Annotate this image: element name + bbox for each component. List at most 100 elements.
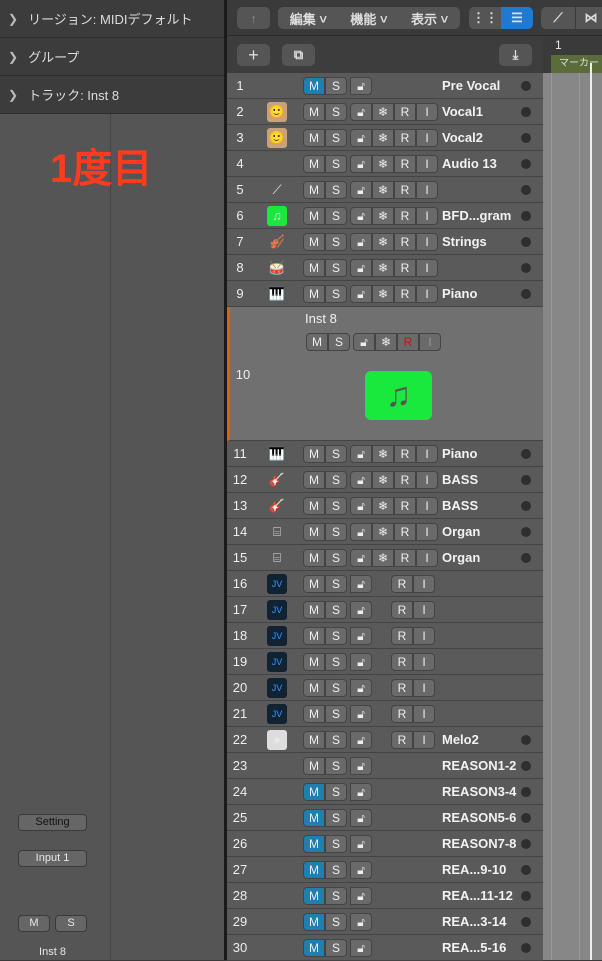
track-row[interactable]: 3 🙂 M S 🔓︎ ❄ R I Vocal2	[227, 125, 543, 151]
solo-button[interactable]: S	[325, 861, 347, 879]
freeze-icon[interactable]: ❄	[372, 233, 394, 251]
record-dot-icon[interactable]	[521, 263, 531, 273]
solo-button[interactable]: S	[325, 129, 347, 147]
record-enable-button[interactable]: R	[391, 705, 413, 723]
record-dot-icon[interactable]	[521, 107, 531, 117]
mute-button[interactable]: M	[303, 887, 325, 905]
track-name[interactable]: REA...5-16	[442, 940, 506, 955]
solo-button[interactable]: S	[325, 523, 347, 541]
input-monitor-button[interactable]: I	[416, 181, 438, 199]
mute-button[interactable]: M	[303, 155, 325, 173]
lock-icon[interactable]: 🔓︎	[350, 497, 372, 515]
track-name[interactable]: Piano	[442, 446, 477, 461]
add-track-button[interactable]: +	[237, 44, 270, 66]
record-enable-button[interactable]: R	[391, 653, 413, 671]
track-name[interactable]: REA...11-12	[442, 888, 513, 903]
track-row[interactable]: 11 🎹 M S 🔓︎ ❄ R I Piano	[227, 441, 543, 467]
mute-button[interactable]: M	[303, 523, 325, 541]
record-enable-button[interactable]: R	[391, 679, 413, 697]
mute-button[interactable]: M	[18, 915, 50, 932]
track-name[interactable]: BASS	[442, 498, 478, 513]
solo-button[interactable]: S	[325, 181, 347, 199]
solo-button[interactable]: S	[325, 887, 347, 905]
mute-button[interactable]: M	[303, 103, 325, 121]
record-dot-icon[interactable]	[521, 891, 531, 901]
solo-button[interactable]: S	[325, 445, 347, 463]
record-dot-icon[interactable]	[521, 133, 531, 143]
mute-button[interactable]: M	[303, 129, 325, 147]
solo-button[interactable]: S	[325, 627, 347, 645]
freeze-icon[interactable]: ❄	[372, 523, 394, 541]
lock-icon[interactable]: 🔓︎	[350, 233, 372, 251]
track-row[interactable]: 14 ⌸ M S 🔓︎ ❄ R I Organ	[227, 519, 543, 545]
group-section[interactable]: ❯ グループ	[0, 38, 224, 76]
solo-button[interactable]: S	[325, 575, 347, 593]
track-row[interactable]: 7 🎻 M S 🔓︎ ❄ R I Strings	[227, 229, 543, 255]
back-button[interactable]: ↑	[237, 7, 270, 29]
record-dot-icon[interactable]	[521, 735, 531, 745]
input-monitor-button[interactable]: I	[413, 575, 435, 593]
mute-button[interactable]: M	[303, 783, 325, 801]
solo-button[interactable]: S	[325, 549, 347, 567]
track-name[interactable]: Strings	[442, 234, 487, 249]
solo-button[interactable]: S	[325, 497, 347, 515]
lock-icon[interactable]: 🔓︎	[350, 601, 372, 619]
lock-icon[interactable]: 🔓︎	[353, 333, 375, 351]
flex-icon[interactable]: ⋈	[576, 7, 602, 29]
input-monitor-button[interactable]: I	[413, 627, 435, 645]
record-enable-button[interactable]: R	[394, 129, 416, 147]
lock-icon[interactable]: 🔓︎	[350, 705, 372, 723]
mute-button[interactable]: M	[303, 549, 325, 567]
track-row[interactable]: 10 M S 🔓︎ ❄ R I Inst 8 ♫	[227, 307, 543, 441]
solo-button[interactable]: S	[325, 77, 347, 95]
record-enable-button[interactable]: R	[391, 601, 413, 619]
track-row[interactable]: 24 M S 🔓︎ REASON3-4	[227, 779, 543, 805]
track-row[interactable]: 15 ⌸ M S 🔓︎ ❄ R I Organ	[227, 545, 543, 571]
record-dot-icon[interactable]	[521, 501, 531, 511]
lock-icon[interactable]: 🔓︎	[350, 835, 372, 853]
input-monitor-button[interactable]: I	[416, 155, 438, 173]
record-dot-icon[interactable]	[521, 813, 531, 823]
solo-button[interactable]: S	[325, 155, 347, 173]
solo-button[interactable]: S	[325, 705, 347, 723]
track-name[interactable]: REASON3-4	[442, 784, 516, 799]
record-enable-button[interactable]: R	[394, 233, 416, 251]
mute-button[interactable]: M	[303, 575, 325, 593]
record-dot-icon[interactable]	[521, 475, 531, 485]
record-enable-button[interactable]: R	[394, 207, 416, 225]
track-name[interactable]: BFD...gram	[442, 208, 511, 223]
record-dot-icon[interactable]	[521, 917, 531, 927]
track-row[interactable]: 27 M S 🔓︎ REA...9-10	[227, 857, 543, 883]
region-section[interactable]: ❯ リージョン: MIDIデフォルト	[0, 0, 224, 38]
lock-icon[interactable]: 🔓︎	[350, 679, 372, 697]
mute-button[interactable]: M	[303, 285, 325, 303]
record-dot-icon[interactable]	[521, 787, 531, 797]
input-monitor-button[interactable]: I	[413, 601, 435, 619]
track-name[interactable]: Piano	[442, 286, 477, 301]
mute-button[interactable]: M	[303, 445, 325, 463]
mute-button[interactable]: M	[303, 77, 325, 95]
track-name[interactable]: BASS	[442, 472, 478, 487]
track-row[interactable]: 22 ● M S 🔓︎ R I Melo2	[227, 727, 543, 753]
record-dot-icon[interactable]	[521, 159, 531, 169]
lock-icon[interactable]: 🔓︎	[350, 627, 372, 645]
track-row[interactable]: 16 JV M S 🔓︎ R I	[227, 571, 543, 597]
record-dot-icon[interactable]	[521, 865, 531, 875]
input-monitor-button[interactable]: I	[416, 445, 438, 463]
input-monitor-button[interactable]: I	[416, 129, 438, 147]
mute-button[interactable]: M	[303, 679, 325, 697]
track-row[interactable]: 19 JV M S 🔓︎ R I	[227, 649, 543, 675]
mute-button[interactable]: M	[303, 731, 325, 749]
record-enable-button[interactable]: R	[394, 285, 416, 303]
lock-icon[interactable]: 🔓︎	[350, 757, 372, 775]
record-enable-button[interactable]: R	[394, 549, 416, 567]
solo-button[interactable]: S	[325, 731, 347, 749]
freeze-icon[interactable]: ❄	[372, 259, 394, 277]
freeze-icon[interactable]: ❄	[372, 103, 394, 121]
track-row[interactable]: 5 ⟋ M S 🔓︎ ❄ R I	[227, 177, 543, 203]
record-enable-button[interactable]: R	[394, 181, 416, 199]
track-row[interactable]: 12 🎸 M S 🔓︎ ❄ R I BASS	[227, 467, 543, 493]
input-monitor-button[interactable]: I	[416, 259, 438, 277]
solo-button[interactable]: S	[325, 653, 347, 671]
grid-view-button[interactable]: ⋮⋮	[469, 7, 501, 29]
